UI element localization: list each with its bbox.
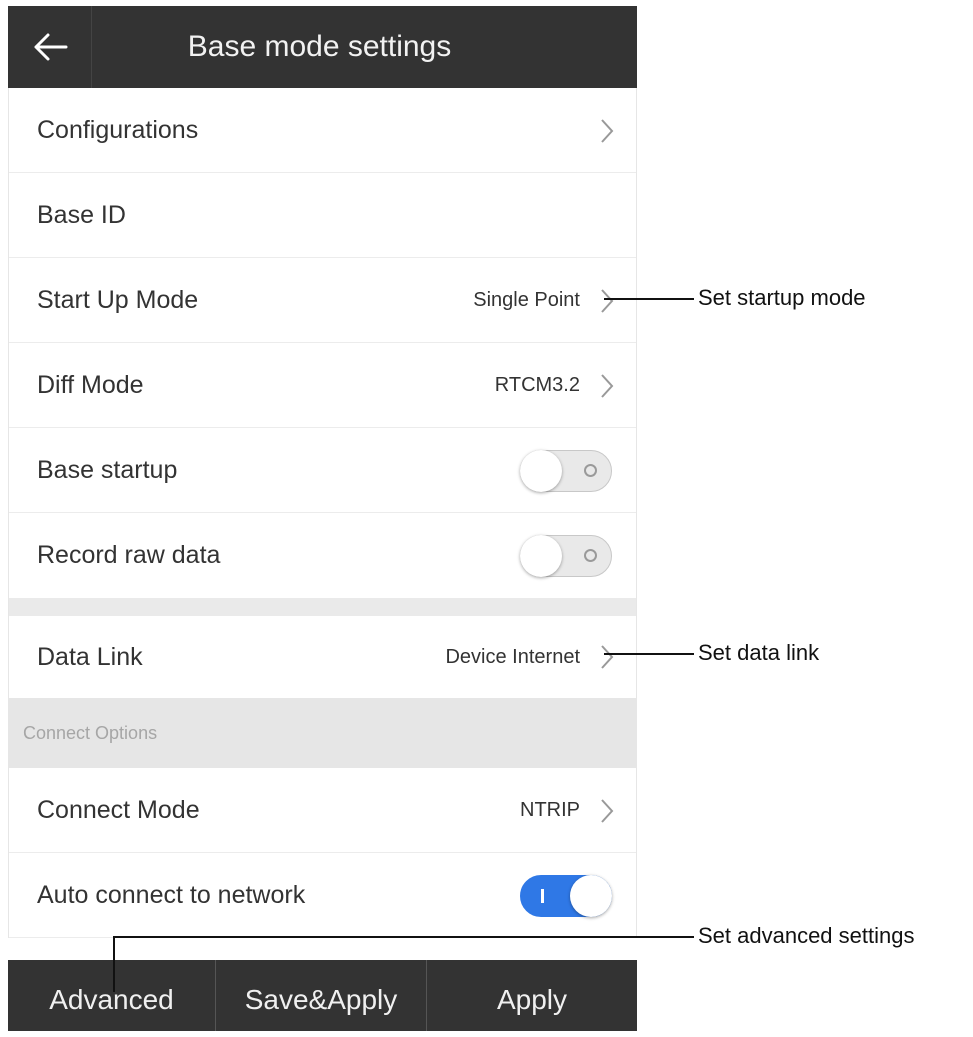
save-apply-button[interactable]: Save&Apply (216, 960, 427, 1031)
row-label: Auto connect to network (37, 881, 306, 909)
base-startup-toggle[interactable] (520, 450, 612, 492)
row-base-id[interactable]: Base ID (9, 173, 636, 258)
page-title: Base mode settings (187, 30, 452, 63)
phone-screen: Base mode settings Configurations Base I… (8, 6, 637, 1031)
toggle-knob (520, 450, 562, 492)
toggle-knob (570, 875, 612, 917)
auto-connect-toggle[interactable] (520, 875, 612, 917)
row-value: Single Point (473, 289, 580, 311)
chevron-right-icon (601, 289, 614, 313)
row-label: Diff Mode (37, 371, 144, 399)
toggle-on-mark-icon (541, 889, 544, 903)
chevron-right-icon (601, 119, 614, 143)
annotation-data-link: Set data link (698, 640, 820, 665)
section-divider (9, 598, 636, 616)
row-data-link[interactable]: Data Link Device Internet (9, 616, 636, 698)
annotation-advanced: Set advanced settings (698, 923, 915, 948)
advanced-button[interactable]: Advanced (8, 960, 216, 1031)
chevron-right-icon (601, 645, 614, 669)
back-button[interactable] (8, 6, 92, 88)
chevron-right-icon (601, 374, 614, 398)
row-base-startup: Base startup (9, 428, 636, 513)
row-label: Base startup (37, 456, 178, 484)
annotation-startup-mode: Set startup mode (698, 285, 866, 310)
record-raw-data-toggle[interactable] (520, 535, 612, 577)
toggle-off-mark-icon (584, 464, 597, 477)
chevron-right-icon (601, 799, 614, 823)
row-value: NTRIP (520, 799, 580, 821)
row-value: RTCM3.2 (494, 374, 580, 396)
row-value: Device Internet (445, 646, 580, 668)
bottom-action-bar: Advanced Save&Apply Apply (8, 960, 637, 1031)
row-configurations[interactable]: Configurations (9, 88, 636, 173)
row-label: Record raw data (37, 541, 221, 569)
row-label: Base ID (37, 201, 126, 229)
row-record-raw-data: Record raw data (9, 513, 636, 598)
section-header-connect-options: Connect Options (9, 698, 636, 768)
row-diff-mode[interactable]: Diff Mode RTCM3.2 (9, 343, 636, 428)
toggle-knob (520, 535, 562, 577)
settings-list: Configurations Base ID Start Up Mode Sin… (8, 88, 637, 938)
row-start-up-mode[interactable]: Start Up Mode Single Point (9, 258, 636, 343)
row-label: Data Link (37, 643, 143, 671)
arrow-left-icon (34, 33, 67, 61)
apply-button[interactable]: Apply (427, 960, 637, 1031)
row-label: Configurations (37, 116, 199, 144)
row-label: Connect Mode (37, 796, 200, 824)
row-connect-mode[interactable]: Connect Mode NTRIP (9, 768, 636, 853)
toggle-off-mark-icon (584, 549, 597, 562)
app-header: Base mode settings (8, 6, 637, 88)
row-auto-connect: Auto connect to network (9, 853, 636, 938)
row-label: Start Up Mode (37, 286, 199, 314)
